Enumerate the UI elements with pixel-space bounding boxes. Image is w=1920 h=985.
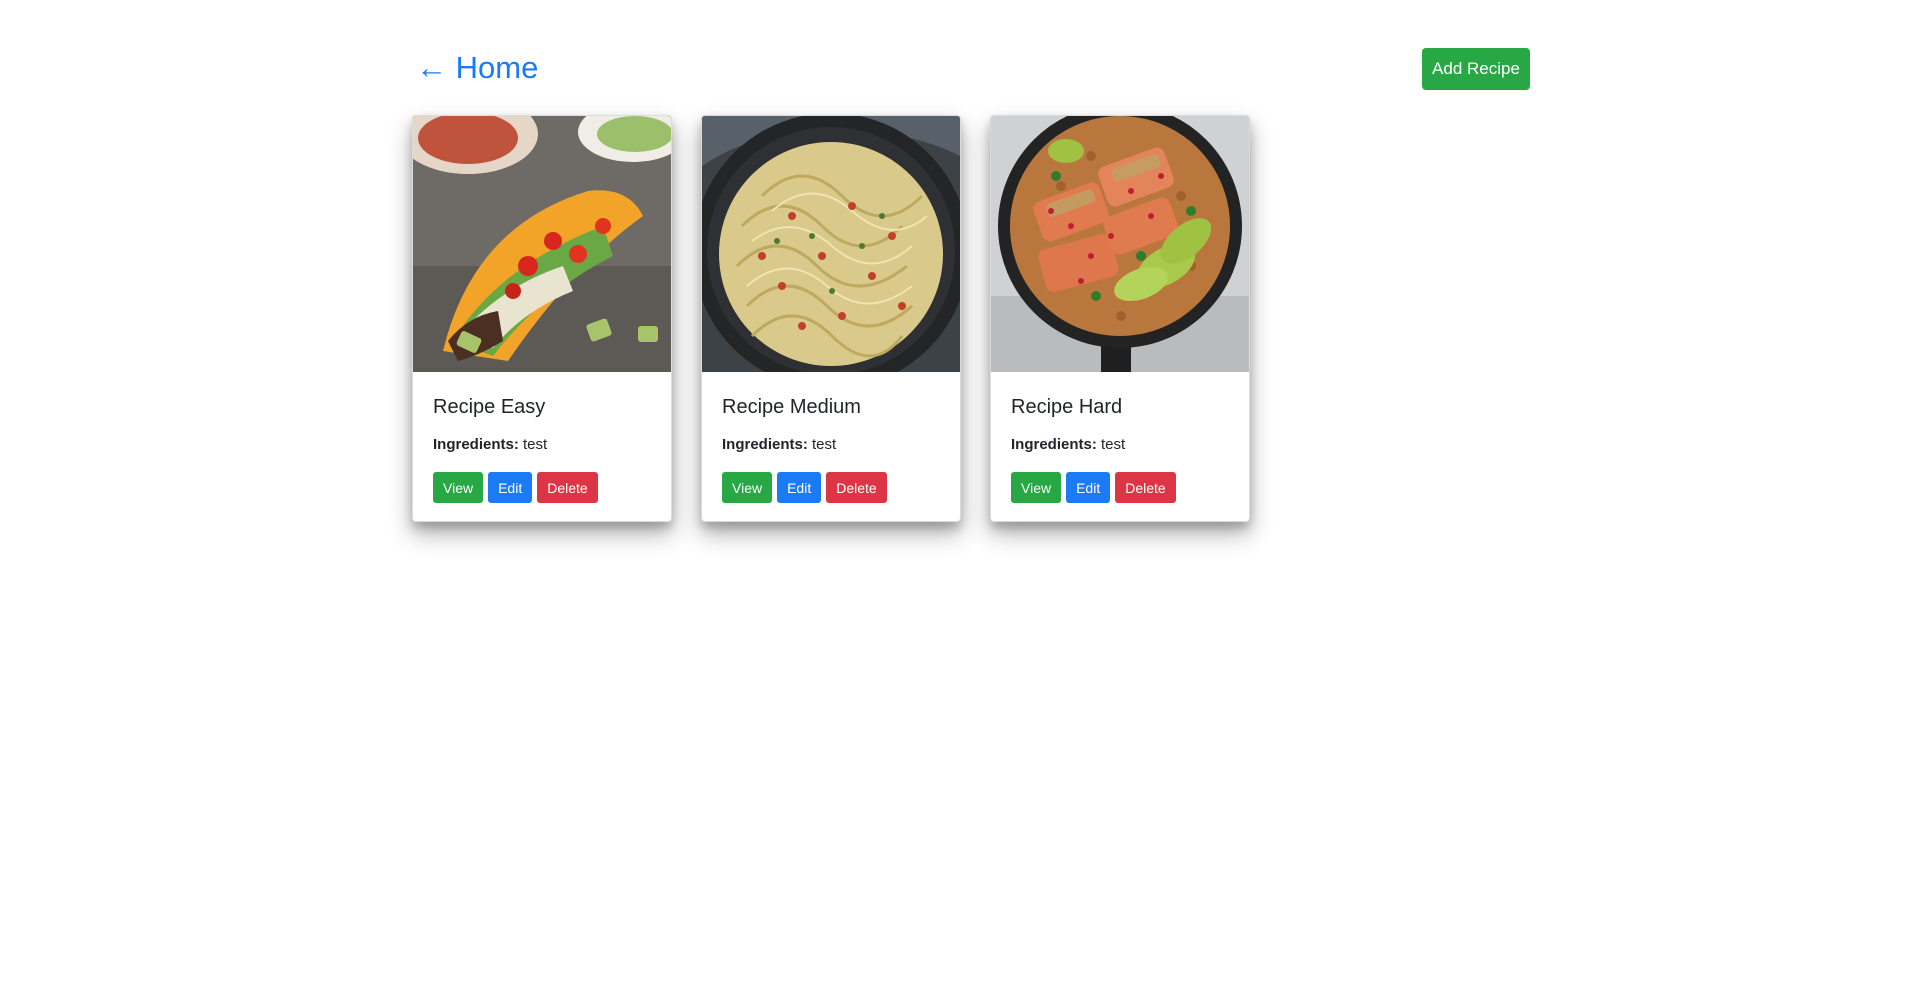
view-button[interactable]: View [433,472,484,503]
taco-photo [413,116,671,372]
delete-button[interactable]: Delete [1115,472,1176,503]
ingredients-value: test [523,436,548,453]
recipe-title: Recipe Easy [433,396,546,418]
card-actions: View Edit Delete [1011,472,1229,503]
delete-button[interactable]: Delete [537,472,598,503]
ingredients-label: Ingredients: [433,436,519,453]
edit-button[interactable]: Edit [777,472,822,503]
page: ← Home Add Recipe Recipe Easy Ingredient… [0,0,1920,985]
recipe-card: Recipe Medium Ingredients: test View Edi… [701,115,961,522]
card-actions: View Edit Delete [433,472,651,503]
edit-button[interactable]: Edit [488,472,533,503]
delete-button[interactable]: Delete [826,472,887,503]
salmon-skillet-photo [991,116,1249,372]
edit-button[interactable]: Edit [1066,472,1111,503]
recipe-card: Recipe Hard Ingredients: test View Edit … [990,115,1250,522]
view-button[interactable]: View [722,472,773,503]
home-link[interactable]: ← Home [416,48,538,88]
view-button[interactable]: View [1011,472,1062,503]
ingredients-value: test [812,436,837,453]
card-actions: View Edit Delete [722,472,940,503]
ingredients-value: test [1101,436,1126,453]
recipe-ingredients: Ingredients: test [1011,434,1229,456]
recipe-title: Recipe Hard [1011,396,1123,418]
pasta-pan-photo [702,116,960,372]
recipe-ingredients: Ingredients: test [433,434,651,456]
recipe-ingredients: Ingredients: test [722,434,940,456]
recipe-card: Recipe Easy Ingredients: test View Edit … [412,115,672,522]
recipe-title: Recipe Medium [722,396,861,418]
add-recipe-button[interactable]: Add Recipe [1422,48,1530,90]
ingredients-label: Ingredients: [722,436,808,453]
ingredients-label: Ingredients: [1011,436,1097,453]
